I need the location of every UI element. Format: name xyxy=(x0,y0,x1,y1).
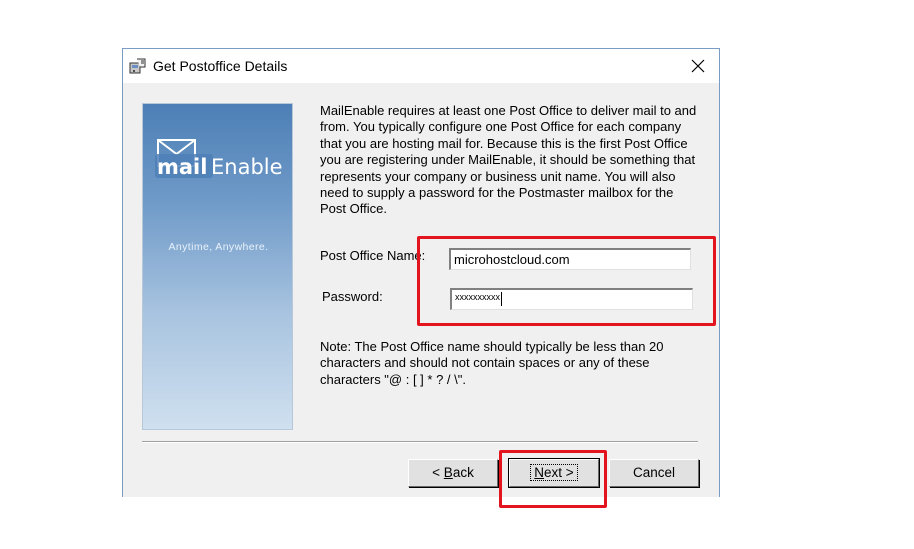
window-title: Get Postoffice Details xyxy=(153,58,288,74)
logo-enable-text: Enable xyxy=(211,155,283,179)
highlight-box-credentials xyxy=(417,236,716,326)
mailenable-logo: mail Enable xyxy=(155,139,283,179)
back-button[interactable]: < Back xyxy=(408,459,498,487)
logo-mail-text: mail xyxy=(157,155,207,179)
close-icon xyxy=(691,59,705,73)
title-bar: Get Postoffice Details xyxy=(123,49,719,83)
close-button[interactable] xyxy=(687,55,709,77)
back-prefix: < xyxy=(432,465,444,480)
post-office-name-label: Post Office Name: xyxy=(320,248,426,263)
mailenable-banner: mail Enable Anytime, Anywhere. xyxy=(142,103,293,430)
highlight-box-next xyxy=(499,450,607,508)
banner-tagline: Anytime, Anywhere. xyxy=(168,241,269,253)
back-label-rest: ack xyxy=(452,465,474,480)
cancel-button[interactable]: Cancel xyxy=(609,459,699,487)
back-accelerator: B xyxy=(443,465,453,480)
note-text: Note: The Post Office name should typica… xyxy=(320,339,664,387)
button-divider xyxy=(142,441,698,443)
mailenable-setup-icon xyxy=(129,57,147,75)
description-text: MailEnable requires at least one Post Of… xyxy=(320,103,697,217)
password-label: Password: xyxy=(322,289,383,304)
